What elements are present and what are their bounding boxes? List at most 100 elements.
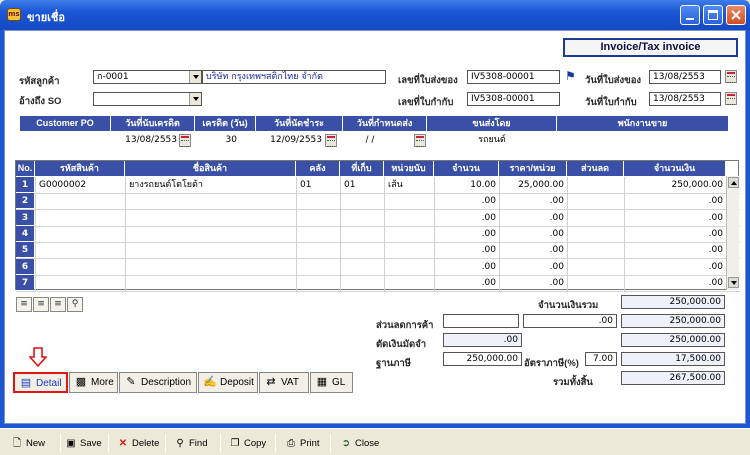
grid-vertical-scrollbar[interactable] [726, 176, 739, 290]
tax-base-field[interactable]: 250,000.00 [443, 352, 522, 366]
find-button[interactable]: ⚲ Find [174, 436, 207, 451]
table-row[interactable]: 3.00.00.00 [16, 209, 740, 227]
close-button[interactable]: ➲ Close [340, 436, 380, 451]
delivery-date-field[interactable]: 13/08/2553 [649, 70, 721, 84]
cell-price[interactable]: .00 [499, 274, 567, 291]
cell-unit[interactable] [384, 242, 434, 259]
cell-wh[interactable] [296, 193, 340, 210]
items-grid[interactable]: No. รหัสสินค้า ชื่อสินค้า คลัง ที่เก็บ ห… [15, 160, 740, 292]
cell-name[interactable]: ยางรถยนต์โตโยต้า [125, 177, 296, 193]
table-row[interactable]: 1 G0000002 ยางรถยนต์โตโยต้า 01 01 เส้น 10.00 25… [16, 177, 740, 194]
row-number[interactable]: 6 [16, 258, 34, 275]
due-date-calendar-icon[interactable] [325, 134, 337, 147]
cell-disc[interactable] [567, 258, 624, 275]
tax-date-calendar-icon[interactable] [725, 92, 737, 105]
table-row[interactable]: 2.00.00.00 [16, 193, 740, 211]
cell-wh[interactable] [296, 242, 340, 259]
cell-unit[interactable] [384, 274, 434, 291]
save-button[interactable]: ▣ Save [65, 436, 101, 451]
maximize-button[interactable] [703, 5, 723, 25]
ref-so-dropdown-button[interactable] [189, 93, 201, 105]
cell-disc[interactable] [567, 177, 624, 193]
row-number[interactable]: 7 [16, 274, 34, 291]
cell-name[interactable] [125, 242, 296, 259]
cell-code[interactable] [35, 225, 125, 242]
cell-disc[interactable] [567, 225, 624, 242]
cell-price[interactable]: .00 [499, 209, 567, 226]
row-number[interactable]: 1 [16, 177, 34, 193]
cell-loc[interactable] [340, 258, 384, 275]
cell-wh[interactable]: 01 [296, 177, 340, 193]
row-number[interactable]: 3 [16, 209, 34, 226]
cell-unit[interactable] [384, 258, 434, 275]
cell-amount[interactable]: .00 [624, 242, 726, 259]
credit-days-value[interactable]: 30 [197, 132, 237, 148]
running-number-icon[interactable]: ⚑ [565, 69, 576, 83]
cell-wh[interactable] [296, 209, 340, 226]
cell-loc[interactable] [340, 209, 384, 226]
cell-name[interactable] [125, 193, 296, 210]
cell-unit[interactable] [384, 209, 434, 226]
ship-date-value[interactable]: / / [350, 132, 390, 148]
cell-amount[interactable]: .00 [624, 225, 726, 242]
cell-loc[interactable] [340, 242, 384, 259]
cell-qty[interactable]: .00 [434, 258, 499, 275]
table-row[interactable]: 6.00.00.00 [16, 258, 740, 276]
zoom-item-icon[interactable]: ⚲ [67, 297, 83, 312]
cell-disc[interactable] [567, 193, 624, 210]
ship-by-value[interactable]: รถยนต์ [429, 132, 555, 148]
credit-start-calendar-icon[interactable] [179, 134, 191, 147]
cell-unit[interactable] [384, 225, 434, 242]
cell-qty[interactable]: .00 [434, 274, 499, 291]
copy-button[interactable]: ❐ Copy [229, 436, 267, 451]
tab-gl[interactable]: ▦ GL [310, 372, 353, 393]
cell-loc[interactable] [340, 274, 384, 291]
ship-date-calendar-icon[interactable] [414, 134, 426, 147]
new-button[interactable]: 🗋 New [11, 436, 45, 451]
minimize-button[interactable] [680, 5, 700, 25]
row-number[interactable]: 5 [16, 242, 34, 259]
trade-discount-pct-field[interactable] [443, 314, 519, 328]
cell-qty[interactable]: .00 [434, 209, 499, 226]
cell-disc[interactable] [567, 242, 624, 259]
cell-name[interactable] [125, 274, 296, 291]
salesman-value[interactable] [559, 132, 727, 148]
cell-name[interactable] [125, 258, 296, 275]
cell-code[interactable]: G0000002 [35, 177, 125, 193]
close-window-button[interactable] [726, 5, 746, 25]
table-row[interactable]: 4.00.00.00 [16, 225, 740, 243]
cell-qty[interactable]: .00 [434, 225, 499, 242]
cell-wh[interactable] [296, 258, 340, 275]
cell-loc[interactable]: 01 [340, 177, 384, 193]
cell-amount[interactable]: .00 [624, 274, 726, 291]
delete-row-icon[interactable]: ≡ [50, 297, 66, 312]
cell-loc[interactable] [340, 225, 384, 242]
customer-code-field[interactable]: ก-0001 [93, 70, 202, 84]
cell-qty[interactable]: 10.00 [434, 177, 499, 193]
credit-start-value[interactable]: 13/08/2553 [113, 132, 177, 148]
cell-amount[interactable]: .00 [624, 209, 726, 226]
table-row[interactable]: 5.00.00.00 [16, 242, 740, 260]
cell-price[interactable]: .00 [499, 225, 567, 242]
trade-discount-amount-field[interactable]: .00 [523, 314, 617, 328]
tab-deposit[interactable]: ✍ Deposit [198, 372, 258, 393]
delete-button[interactable]: ✕ Delete [117, 436, 160, 451]
cell-wh[interactable] [296, 225, 340, 242]
cell-name[interactable] [125, 209, 296, 226]
tab-detail[interactable]: ▤ Detail [13, 372, 68, 393]
cell-qty[interactable]: .00 [434, 193, 499, 210]
customer-po-value[interactable] [23, 132, 109, 148]
scroll-down-arrow[interactable] [728, 277, 739, 288]
due-date-value[interactable]: 12/09/2553 [258, 132, 322, 148]
cell-price[interactable]: .00 [499, 258, 567, 275]
print-button[interactable]: ⎙ Print [285, 436, 320, 451]
customer-code-dropdown-button[interactable] [189, 71, 201, 83]
ref-so-field[interactable] [93, 92, 202, 106]
tab-vat[interactable]: ⇄ VAT [259, 372, 309, 393]
cell-price[interactable]: .00 [499, 193, 567, 210]
cell-amount[interactable]: .00 [624, 258, 726, 275]
cell-name[interactable] [125, 225, 296, 242]
table-row[interactable]: 7.00.00.00 [16, 274, 740, 292]
cell-unit[interactable]: เส้น [384, 177, 434, 193]
cell-disc[interactable] [567, 274, 624, 291]
